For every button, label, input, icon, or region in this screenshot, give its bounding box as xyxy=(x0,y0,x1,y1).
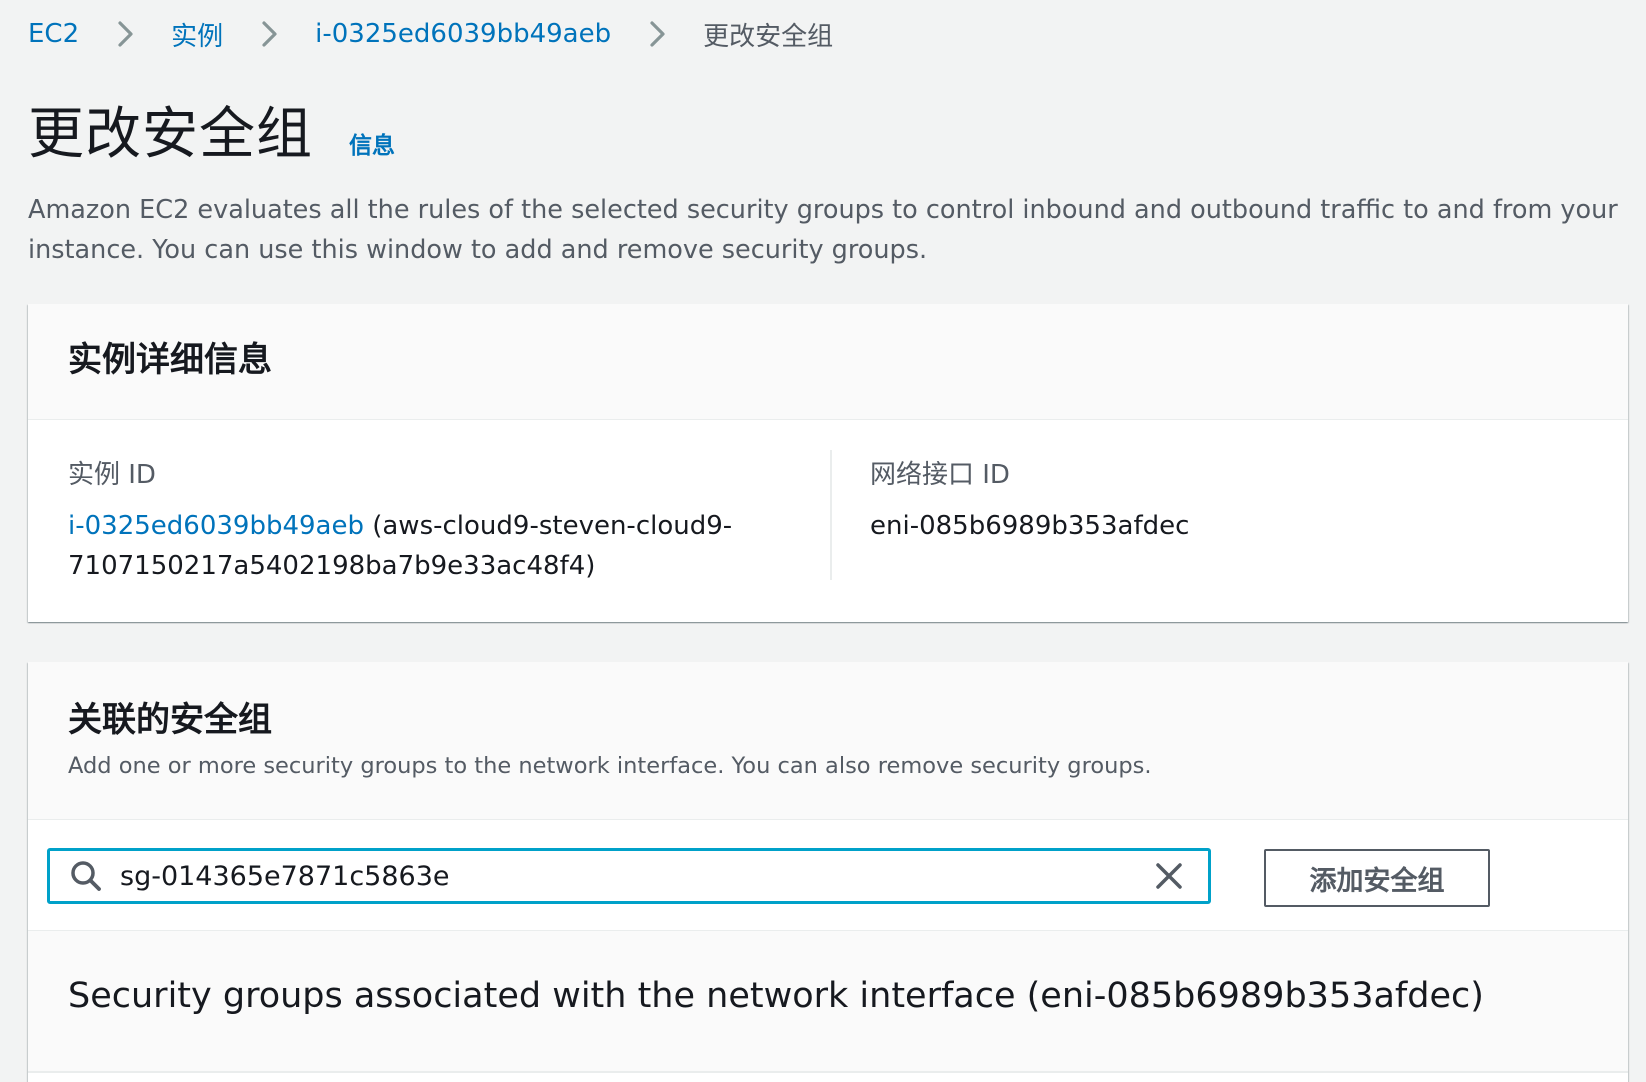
instance-details-title: 实例详细信息 xyxy=(68,340,272,380)
breadcrumb: EC2 实例 i-0325ed6039bb49aeb 更改安全组 xyxy=(28,12,833,56)
page-title: 更改安全组 xyxy=(28,102,313,167)
chevron-right-icon xyxy=(109,18,141,50)
breadcrumb-current: 更改安全组 xyxy=(703,21,834,52)
instance-details-panel: 实例详细信息 实例 ID i-0325ed6039bb49aeb (aws-cl… xyxy=(28,304,1628,622)
sg-table-divider xyxy=(28,1071,1628,1073)
eni-label: 网络接口 ID xyxy=(870,460,1010,490)
breadcrumb-ec2[interactable]: EC2 xyxy=(28,19,79,49)
associated-sg-subtitle: Add one or more security groups to the n… xyxy=(68,753,1152,779)
info-link[interactable]: 信息 xyxy=(349,126,395,160)
chevron-right-icon xyxy=(253,18,285,50)
instance-details-header: 实例详细信息 xyxy=(28,304,1628,420)
sg-search-box[interactable] xyxy=(47,848,1211,904)
page-description: Amazon EC2 evaluates all the rules of th… xyxy=(28,195,1618,265)
sg-search-input[interactable] xyxy=(114,854,1152,898)
instance-id-link[interactable]: i-0325ed6039bb49aeb xyxy=(68,511,364,541)
sg-table-title: Security groups associated with the netw… xyxy=(68,976,1484,1016)
instance-details-body: 实例 ID i-0325ed6039bb49aeb (aws-cloud9-st… xyxy=(28,420,1628,620)
search-icon xyxy=(71,861,101,891)
eni-column: 网络接口 ID eni-085b6989b353afdec xyxy=(870,458,1570,546)
eni-value: eni-085b6989b353afdec xyxy=(870,511,1190,541)
instance-id-column: 实例 ID i-0325ed6039bb49aeb (aws-cloud9-st… xyxy=(68,458,788,586)
instance-id-label: 实例 ID xyxy=(68,460,156,490)
breadcrumb-instance-id[interactable]: i-0325ed6039bb49aeb xyxy=(315,19,611,49)
add-security-group-button[interactable]: 添加安全组 xyxy=(1264,849,1490,907)
instance-id-value: i-0325ed6039bb49aeb (aws-cloud9-steven-c… xyxy=(68,506,788,586)
breadcrumb-instances[interactable]: 实例 xyxy=(171,16,223,53)
associated-sg-title: 关联的安全组 xyxy=(68,700,272,740)
column-divider xyxy=(830,450,832,580)
page-title-row: 更改安全组 信息 xyxy=(28,100,395,170)
sg-search-row: 添加安全组 xyxy=(28,820,1628,931)
associated-security-groups-panel: 关联的安全组 Add one or more security groups t… xyxy=(28,662,1628,1082)
sg-table-header: Security groups associated with the netw… xyxy=(28,931,1628,1071)
chevron-right-icon xyxy=(641,18,673,50)
close-icon[interactable] xyxy=(1152,859,1186,893)
associated-sg-header: 关联的安全组 Add one or more security groups t… xyxy=(28,662,1628,820)
